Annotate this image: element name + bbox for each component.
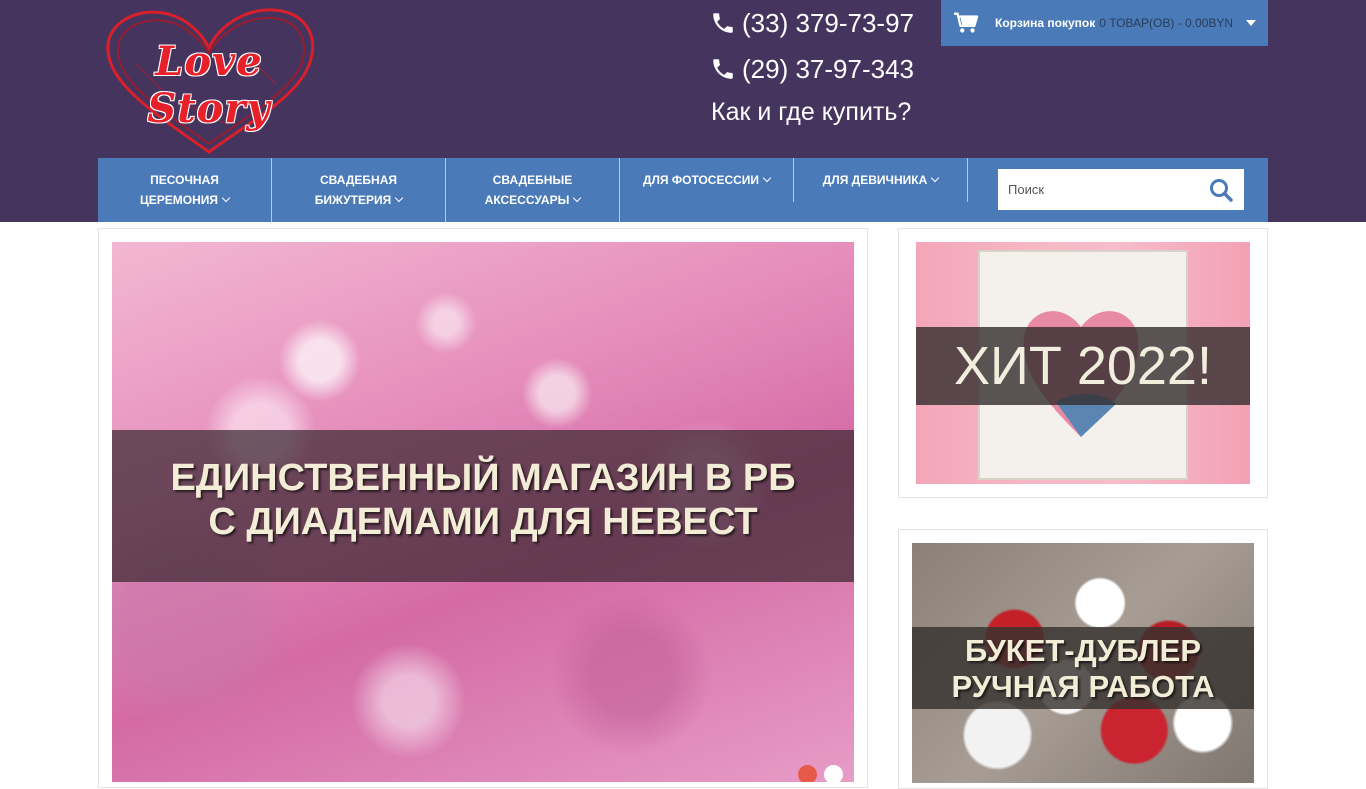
nav-item-label: СВАДЕБНАЯ	[320, 173, 397, 187]
nav-item-sand-ceremony[interactable]: ПЕСОЧНАЯ ЦЕРЕМОНИЯ	[98, 158, 271, 222]
slide-caption-line: С ДИАДЕМАМИ ДЛЯ НЕВЕСТ	[208, 501, 758, 543]
nav-item-label: БИЖУТЕРИЯ	[314, 193, 392, 207]
promo-image-sand-box[interactable]: ХИТ 2022!	[916, 242, 1250, 484]
cart-summary: 0 ТОВАР(ОВ) - 0.00BYN	[1099, 16, 1234, 30]
nav-item-bachelorette[interactable]: ДЛЯ ДЕВИЧНИКА	[794, 158, 967, 222]
site-header: Love Story (33) 379-73-97 (29) 37-97-343…	[0, 0, 1366, 222]
promo-banner-2: БУКЕТ-ДУБЛЕР РУЧНАЯ РАБОТА	[898, 529, 1268, 789]
nav-divider	[967, 158, 968, 202]
promo-caption: ХИТ 2022!	[954, 336, 1212, 396]
cart-dropdown[interactable]: Корзина покупок 0 ТОВАР(ОВ) - 0.00BYN	[941, 0, 1268, 46]
slide-caption: ЕДИНСТВЕННЫЙ МАГАЗИН В РБ С ДИАДЕМАМИ ДЛ…	[112, 456, 854, 544]
nav-item-wedding-jewelry[interactable]: СВАДЕБНАЯ БИЖУТЕРИЯ	[272, 158, 445, 222]
promo-caption-line: РУЧНАЯ РАБОТА	[951, 669, 1215, 704]
logo-text: Love Story	[147, 38, 271, 132]
phone-icon	[713, 59, 733, 79]
phone-1-text: (33) 379-73-97	[742, 7, 914, 38]
nav-item-label: ЦЕРЕМОНИЯ	[139, 193, 219, 207]
logo[interactable]: Love Story	[96, 4, 322, 156]
nav-item-label: ПЕСОЧНАЯ	[150, 173, 219, 187]
promo-banner-1: ХИТ 2022!	[898, 228, 1268, 498]
chevron-down-icon	[221, 193, 231, 203]
cart-icon	[953, 12, 979, 33]
search-box	[998, 169, 1244, 210]
chevron-down-icon	[394, 193, 404, 203]
promo-image-bouquet[interactable]: БУКЕТ-ДУБЛЕР РУЧНАЯ РАБОТА	[912, 543, 1254, 783]
nav-item-photoshoot[interactable]: ДЛЯ ФОТОСЕССИИ	[620, 158, 793, 222]
phone-2-text: (29) 37-97-343	[742, 53, 914, 84]
main-slider: ЕДИНСТВЕННЫЙ МАГАЗИН В РБ С ДИАДЕМАМИ ДЛ…	[98, 228, 868, 788]
slide-tiara[interactable]: ЕДИНСТВЕННЫЙ МАГАЗИН В РБ С ДИАДЕМАМИ ДЛ…	[112, 242, 854, 782]
promo-caption: БУКЕТ-ДУБЛЕР РУЧНАЯ РАБОТА	[912, 633, 1254, 705]
phone-1[interactable]: (33) 379-73-97	[710, 6, 914, 40]
how-to-buy-link[interactable]: Как и где купить?	[711, 98, 911, 127]
nav-item-label: ДЛЯ ДЕВИЧНИКА	[822, 173, 928, 187]
nav-item-label: ДЛЯ ФОТОСЕССИИ	[642, 173, 760, 187]
caret-down-icon	[1246, 20, 1256, 26]
promo-caption-line: БУКЕТ-ДУБЛЕР	[964, 633, 1201, 668]
chevron-down-icon	[573, 193, 582, 203]
chevron-down-icon	[762, 173, 772, 183]
phone-icon	[713, 13, 733, 33]
chevron-down-icon	[930, 173, 940, 183]
nav-item-wedding-accessories[interactable]: СВАДЕБНЫЕ АКСЕССУАРЫ	[446, 158, 619, 222]
nav-item-label: АКСЕССУАРЫ	[484, 193, 570, 207]
search-icon[interactable]	[1208, 177, 1234, 203]
cart-title: Корзина покупок	[995, 16, 1096, 30]
nav-item-label: СВАДЕБНЫЕ	[492, 173, 573, 187]
phone-2[interactable]: (29) 37-97-343	[710, 52, 914, 86]
search-input[interactable]	[998, 169, 1198, 210]
slide-caption-line: ЕДИНСТВЕННЫЙ МАГАЗИН В РБ	[170, 457, 796, 499]
